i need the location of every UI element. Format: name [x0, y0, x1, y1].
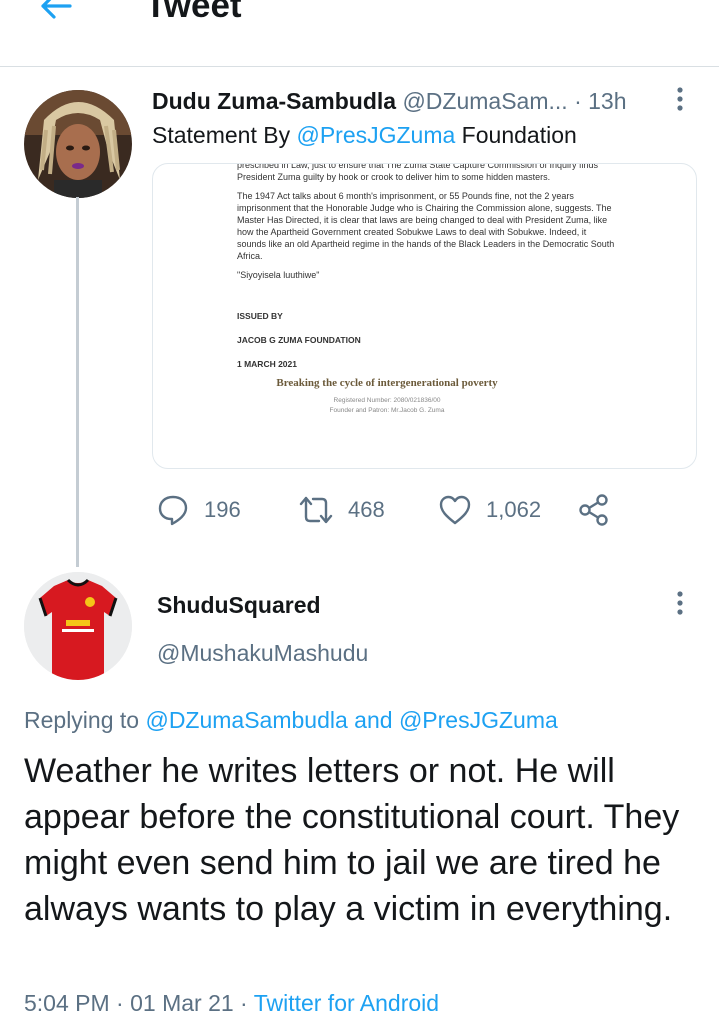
like-count: 1,062 [486, 497, 542, 522]
mention-link[interactable]: @DZumaSambudla [145, 707, 347, 733]
reply-button[interactable]: 196 [156, 490, 241, 530]
heart-icon [439, 495, 471, 525]
retweet-icon [299, 496, 333, 524]
doc-founder: Founder and Patron: Mr.Jacob G. Zuma [329, 407, 445, 414]
tweet-time: · 13h [574, 88, 627, 114]
tweet-text-part: Statement By [152, 122, 297, 148]
more-vertical-icon [677, 591, 683, 615]
doc-quote: "Siyoyisela luuthiwe" [237, 270, 320, 280]
tweet-actions: 196 468 1,062 [152, 490, 622, 530]
avatar[interactable] [24, 90, 132, 198]
tweet-text: Weather he writes letters or not. He wil… [24, 752, 680, 928]
user-handle[interactable]: @MushakuMashudu [157, 638, 368, 668]
reply-count: 196 [204, 497, 241, 522]
tweet-text: Statement By @PresJGZuma Foundation [152, 120, 577, 150]
tweet-header: Dudu Zuma-Sambudla @DZumaSam... · 13h [152, 86, 627, 116]
share-button[interactable] [578, 490, 610, 530]
back-button[interactable] [32, 0, 80, 26]
tweet-timestamp: 5:04 PM · 01 Mar 21 · [24, 990, 254, 1016]
profile-photo [24, 572, 132, 680]
more-vertical-icon [677, 87, 683, 111]
tweet-source-link[interactable]: Twitter for Android [254, 990, 439, 1016]
doc-date: 1 MARCH 2021 [237, 359, 297, 369]
tweet-meta: 5:04 PM · 01 Mar 21 · Twitter for Androi… [24, 988, 439, 1018]
doc-reg: Registered Number: 2080/021836/00 [333, 397, 441, 404]
doc-motto: Breaking the cycle of intergenerational … [276, 377, 498, 389]
doc-issued-by: ISSUED BY [237, 311, 283, 321]
tweet-text-part: Foundation [455, 122, 577, 148]
replying-to: Replying to @DZumaSambudla and @PresJGZu… [24, 705, 558, 735]
retweet-count: 468 [348, 497, 385, 522]
thread-connector [76, 197, 79, 567]
more-options-button[interactable] [668, 590, 692, 618]
mention-link[interactable]: @PresJGZuma [399, 707, 558, 733]
statement-document: prescribed in Law, just to ensure that T… [237, 164, 617, 416]
share-icon [579, 494, 608, 526]
arrow-left-icon [41, 0, 72, 19]
top-app-bar: Tweet [0, 0, 719, 67]
display-name[interactable]: ShuduSquared [157, 590, 321, 620]
replying-and[interactable]: and [348, 707, 399, 733]
page-title: Tweet [145, 0, 242, 25]
doc-org: JACOB G ZUMA FOUNDATION [237, 335, 361, 345]
avatar[interactable] [24, 572, 132, 680]
more-options-button[interactable] [668, 86, 692, 114]
doc-text: prescribed in Law, just to ensure that T… [237, 163, 599, 182]
mention-link[interactable]: @PresJGZuma [296, 122, 455, 148]
like-button[interactable]: 1,062 [438, 490, 541, 530]
media-image[interactable]: prescribed in Law, just to ensure that T… [152, 163, 697, 469]
replying-prefix: Replying to [24, 707, 146, 733]
doc-paragraph: The 1947 Act talks about 6 month's impri… [237, 191, 615, 261]
display-name[interactable]: Dudu Zuma-Sambudla [152, 88, 396, 114]
profile-photo [24, 90, 132, 198]
user-handle[interactable]: @DZumaSam... [402, 88, 567, 114]
retweet-button[interactable]: 468 [298, 490, 385, 530]
reply-icon [158, 495, 188, 526]
